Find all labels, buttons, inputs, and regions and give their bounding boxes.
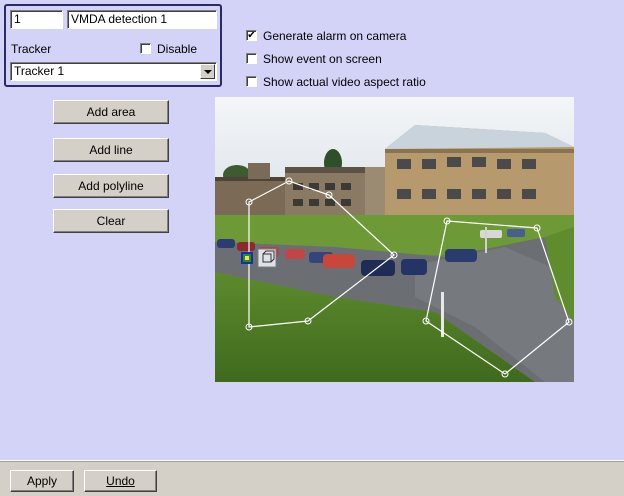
object-name-field[interactable]: VMDA detection 1: [67, 10, 217, 29]
disable-checkbox[interactable]: [140, 43, 151, 54]
tracker-select[interactable]: Tracker 1: [10, 62, 217, 81]
show-event-checkbox[interactable]: [246, 53, 257, 64]
generate-alarm-checkbox[interactable]: ✔: [246, 30, 257, 41]
generate-alarm-label: Generate alarm on camera: [263, 29, 407, 43]
tracker-label: Tracker: [11, 42, 52, 56]
clear-button[interactable]: Clear: [53, 209, 169, 233]
footer-bar: Apply Undo: [0, 460, 624, 496]
show-event-label: Show event on screen: [263, 52, 382, 66]
aspect-ratio-label: Show actual video aspect ratio: [263, 75, 426, 89]
camera-frame-illustration: [215, 97, 574, 382]
add-polyline-button[interactable]: Add polyline: [53, 174, 169, 198]
add-area-button[interactable]: Add area: [53, 100, 169, 124]
tracker-select-value: Tracker 1: [14, 64, 65, 78]
camera-video-preview[interactable]: [215, 97, 574, 382]
apply-button[interactable]: Apply: [10, 470, 74, 492]
undo-button[interactable]: Undo: [84, 470, 157, 492]
object-id-field[interactable]: 1: [10, 10, 63, 29]
aspect-ratio-checkbox[interactable]: [246, 76, 257, 87]
detector-settings-group: 1 VMDA detection 1 Tracker Disable Track…: [4, 4, 222, 87]
check-icon: ✔: [247, 30, 256, 41]
chevron-down-icon[interactable]: [200, 64, 215, 79]
disable-label: Disable: [157, 42, 198, 56]
add-line-button[interactable]: Add line: [53, 138, 169, 162]
